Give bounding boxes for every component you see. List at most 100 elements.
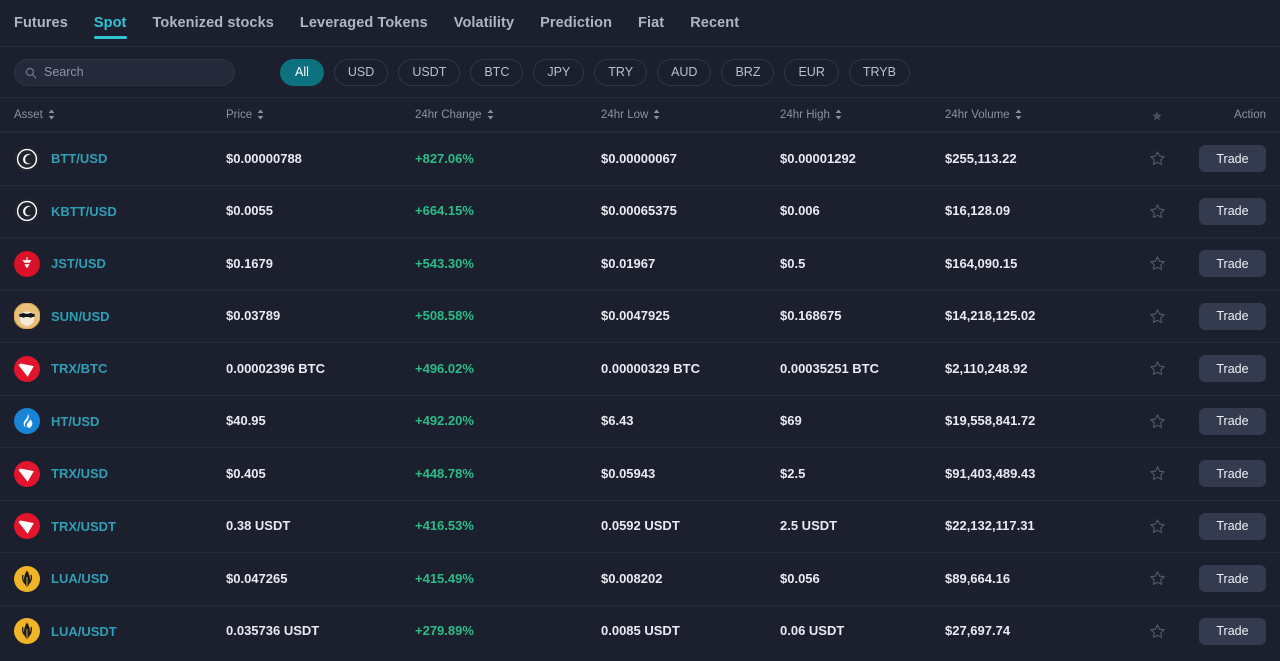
cell-24hr-volume: $14,218,125.02 [945,308,1036,324]
cell-price: 0.38 USDT [226,518,291,534]
column-header-asset[interactable]: Asset [14,109,55,121]
column-header-24hr-volume-label: 24hr Volume [945,108,1010,121]
trade-button[interactable]: Trade [1199,302,1266,330]
trade-button[interactable]: Trade [1199,145,1266,173]
table-body: BTT/USD $0.00000788 +827.06% $0.00000067 $0.… [0,132,1280,657]
cell-24hr-low: $0.00065375 [601,203,677,219]
search-input[interactable] [44,65,224,79]
table-row[interactable]: KBTT/USD $0.0055 +664.15% $0.00065375 $0.006… [0,184,1280,238]
column-header-24hr-volume[interactable]: 24hr Volume [945,109,1126,121]
trade-button[interactable]: Trade [1199,617,1266,645]
search-box[interactable] [14,58,235,86]
currency-filter-brz[interactable]: BRZ [721,58,775,86]
cell-24hr-low: $0.008202 [601,570,663,586]
cell-24hr-change: +279.89% [415,623,474,639]
nav-tab-fiat[interactable]: Fiat [638,0,664,47]
favorite-star-icon[interactable] [1149,255,1166,272]
trade-button[interactable]: Trade [1199,460,1266,488]
column-header-24hr-low[interactable]: 24hr Low [601,109,780,121]
sort-icon [835,109,842,120]
favorite-column-star-icon [1151,109,1163,121]
cell-price: $0.03789 [226,308,281,324]
trade-button[interactable]: Trade [1199,250,1266,278]
currency-filter-jpy[interactable]: JPY [533,58,585,86]
table-row[interactable]: TRX/USDT 0.38 USDT +416.53% 0.0592 USDT 2.5 … [0,499,1280,553]
cell-24hr-volume: $19,558,841.72 [945,413,1036,429]
column-header-24hr-change[interactable]: 24hr Change [415,109,601,121]
asset-pair-link[interactable]: TRX/USDT [51,519,116,534]
favorite-star-icon[interactable] [1149,360,1166,377]
nav-tab-leveraged-tokens[interactable]: Leveraged Tokens [300,0,428,47]
favorite-star-icon[interactable] [1149,623,1166,640]
asset-pair-link[interactable]: SUN/USD [51,309,110,324]
trade-button[interactable]: Trade [1199,355,1266,383]
asset-pair-link[interactable]: TRX/USD [51,466,108,481]
currency-filter-label: EUR [798,65,825,79]
column-header-price[interactable]: Price [226,109,415,121]
cell-price: $0.1679 [226,255,273,271]
column-header-asset-label: Asset [14,108,43,121]
sort-icon [653,109,660,120]
nav-tab-spot[interactable]: Spot [93,0,127,47]
favorite-star-icon[interactable] [1149,203,1166,220]
cell-price: $0.047265 [226,570,288,586]
cell-24hr-change: +827.06% [415,150,474,166]
markets-table: Asset Price 24hr Change 24hr Low 24hr Hi… [0,97,1280,657]
table-row[interactable]: TRX/USD $0.405 +448.78% $0.05943 $2.5 $91,403… [0,447,1280,500]
favorite-star-icon[interactable] [1149,413,1166,430]
table-row[interactable]: SUN/USD $0.03789 +508.58% $0.0047925 $0.1686… [0,289,1280,343]
table-row[interactable]: TRX/BTC 0.00002396 BTC +496.02% 0.00000329 … [0,342,1280,395]
favorite-star-icon[interactable] [1149,518,1166,535]
currency-filter-tryb[interactable]: TRYB [848,58,910,86]
cell-price: $40.95 [226,413,266,429]
cell-24hr-change: +508.58% [415,308,474,324]
trade-button[interactable]: Trade [1199,197,1266,225]
cell-24hr-low: $0.01967 [601,255,656,271]
table-row[interactable]: LUA/USD $0.047265 +415.49% $0.008202 $0.056 $… [0,552,1280,605]
asset-pair-link[interactable]: TRX/BTC [51,361,107,376]
cell-price: 0.035736 USDT [226,623,320,639]
asset-pair-link[interactable]: BTT/USD [51,151,107,166]
table-row[interactable]: LUA/USDT 0.035736 USDT +279.89% 0.0085 USDT… [0,604,1280,658]
asset-pair-link[interactable]: KBTT/USD [51,204,117,219]
nav-tab-prediction[interactable]: Prediction [540,0,612,47]
asset-pair-link[interactable]: JST/USD [51,256,106,271]
nav-tab-label: Tokenized stocks [152,15,274,31]
table-row[interactable]: HT/USD $40.95 +492.20% $6.43 $69 $19,558,841.… [0,394,1280,448]
nav-tab-label: Volatility [453,15,515,31]
cell-24hr-low: 0.0085 USDT [601,623,680,639]
cell-24hr-low: 0.0592 USDT [601,518,680,534]
asset-pair-link[interactable]: LUA/USD [51,571,109,586]
currency-filter-try[interactable]: TRY [594,58,648,86]
currency-filter-btc[interactable]: BTC [470,58,524,86]
favorite-star-icon[interactable] [1149,570,1166,587]
asset-pair-link[interactable]: LUA/USDT [51,624,117,639]
trade-button[interactable]: Trade [1199,407,1266,435]
currency-filter-usd[interactable]: USD [333,58,389,86]
nav-tab-tokenized-stocks[interactable]: Tokenized stocks [153,0,274,47]
table-row[interactable]: BTT/USD $0.00000788 +827.06% $0.00000067 $0.… [0,132,1280,185]
filter-bar: All USD USDT BTC JPY TRY AUD BRZ EUR TRYB [0,47,1280,97]
table-row[interactable]: JST/USD $0.1679 +543.30% $0.01967 $0.5 $164,0… [0,237,1280,290]
trade-button[interactable]: Trade [1199,512,1266,540]
cell-24hr-low: $0.00000067 [601,150,677,166]
cell-24hr-low: $6.43 [601,413,634,429]
favorite-star-icon[interactable] [1149,150,1166,167]
cell-price: 0.00002396 BTC [226,360,326,376]
favorite-star-icon[interactable] [1149,308,1166,325]
nav-tab-volatility[interactable]: Volatility [454,0,514,47]
currency-filter-all[interactable]: All [280,58,324,86]
coin-logo-ht-icon [14,408,40,435]
currency-filter-aud[interactable]: AUD [657,58,712,86]
currency-filter-usdt[interactable]: USDT [398,58,461,86]
column-header-24hr-high[interactable]: 24hr High [780,109,945,121]
currency-filter-label: BRZ [735,65,761,79]
cell-24hr-volume: $89,664.16 [945,570,1011,586]
trade-button[interactable]: Trade [1199,565,1266,593]
favorite-star-icon[interactable] [1149,465,1166,482]
asset-pair-link[interactable]: HT/USD [51,414,99,429]
nav-tab-recent[interactable]: Recent [690,0,739,47]
nav-tab-label: Prediction [540,15,613,31]
currency-filter-eur[interactable]: EUR [784,58,839,86]
nav-tab-futures[interactable]: Futures [14,0,68,47]
